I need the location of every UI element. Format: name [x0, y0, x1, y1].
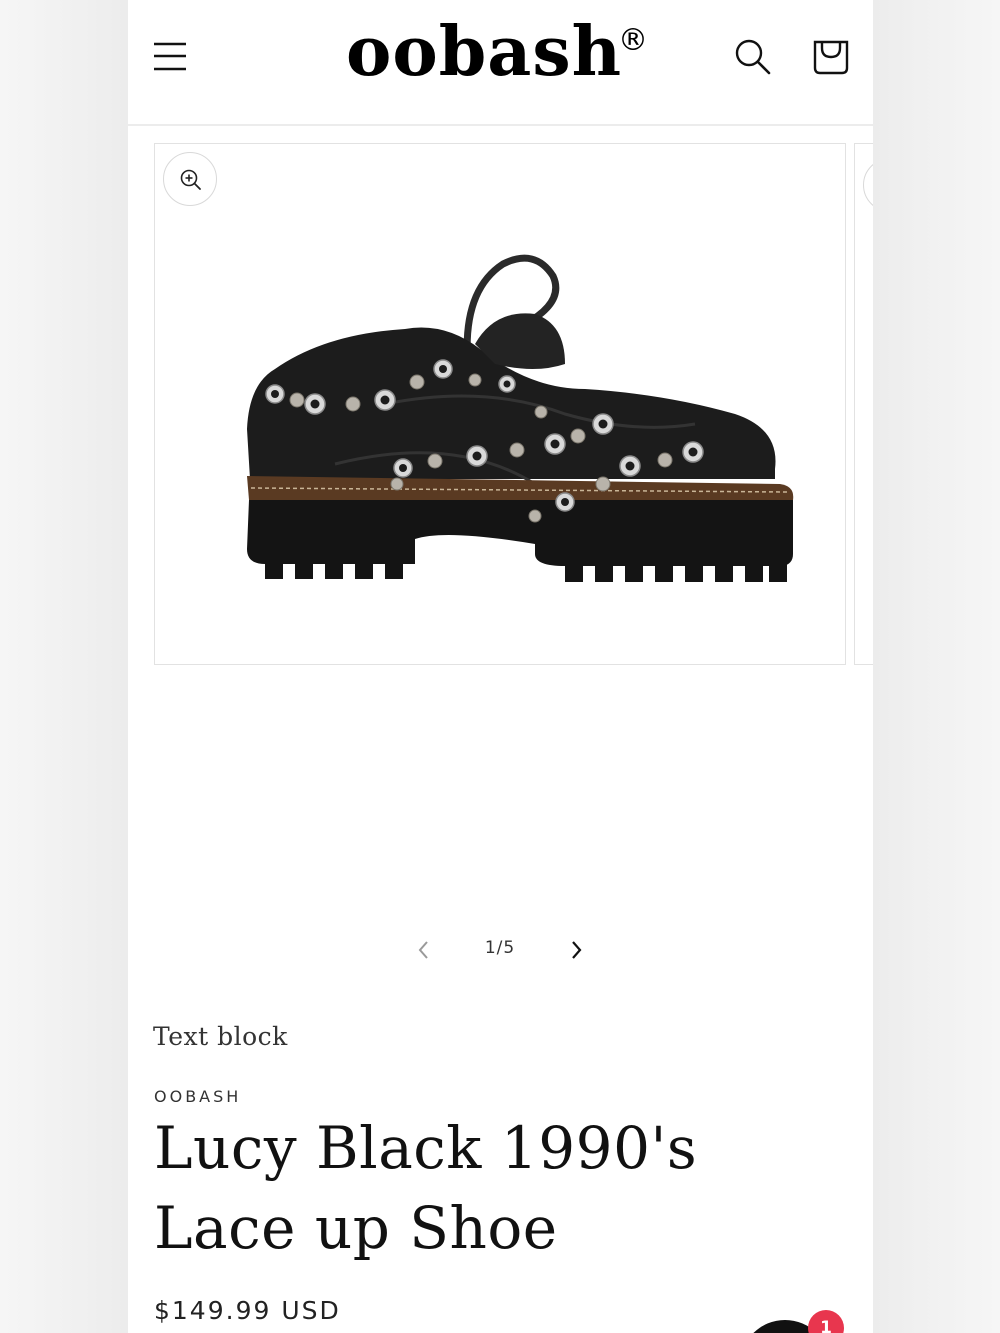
product-price: $149.99 USD: [154, 1296, 341, 1325]
site-header: oobash ®: [128, 0, 873, 126]
cart-icon: [813, 40, 849, 75]
search-icon: [735, 39, 771, 75]
chat-notification-badge: 1: [808, 1310, 844, 1333]
product-page: oobash ® 1/5 Text block OOBASH Lucy Blac…: [128, 0, 873, 1333]
search-button[interactable]: [734, 38, 772, 76]
next-zoom-button: [863, 158, 873, 212]
zoom-button[interactable]: [163, 152, 217, 206]
product-vendor: OOBASH: [154, 1087, 242, 1106]
slide-counter: 1/5: [484, 938, 516, 958]
slider-controls: 1/5: [128, 926, 873, 976]
text-block: Text block: [153, 1022, 288, 1051]
registered-mark: ®: [618, 23, 648, 58]
zoom-in-icon: [180, 169, 201, 190]
product-image-frame[interactable]: [154, 143, 846, 665]
cart-button[interactable]: [812, 36, 850, 76]
previous-slide-button[interactable]: [412, 938, 436, 962]
product-image-shoe: [247, 254, 794, 582]
chevron-left-icon: [418, 941, 428, 959]
next-image-peek[interactable]: [854, 143, 873, 665]
menu-button[interactable]: [152, 38, 188, 74]
hamburger-menu-icon: [154, 42, 186, 71]
next-slide-button[interactable]: [564, 938, 588, 962]
chevron-right-icon: [572, 941, 582, 959]
logo-text: oobash: [346, 12, 623, 92]
product-title: Lucy Black 1990's Lace up Shoe: [154, 1114, 698, 1262]
